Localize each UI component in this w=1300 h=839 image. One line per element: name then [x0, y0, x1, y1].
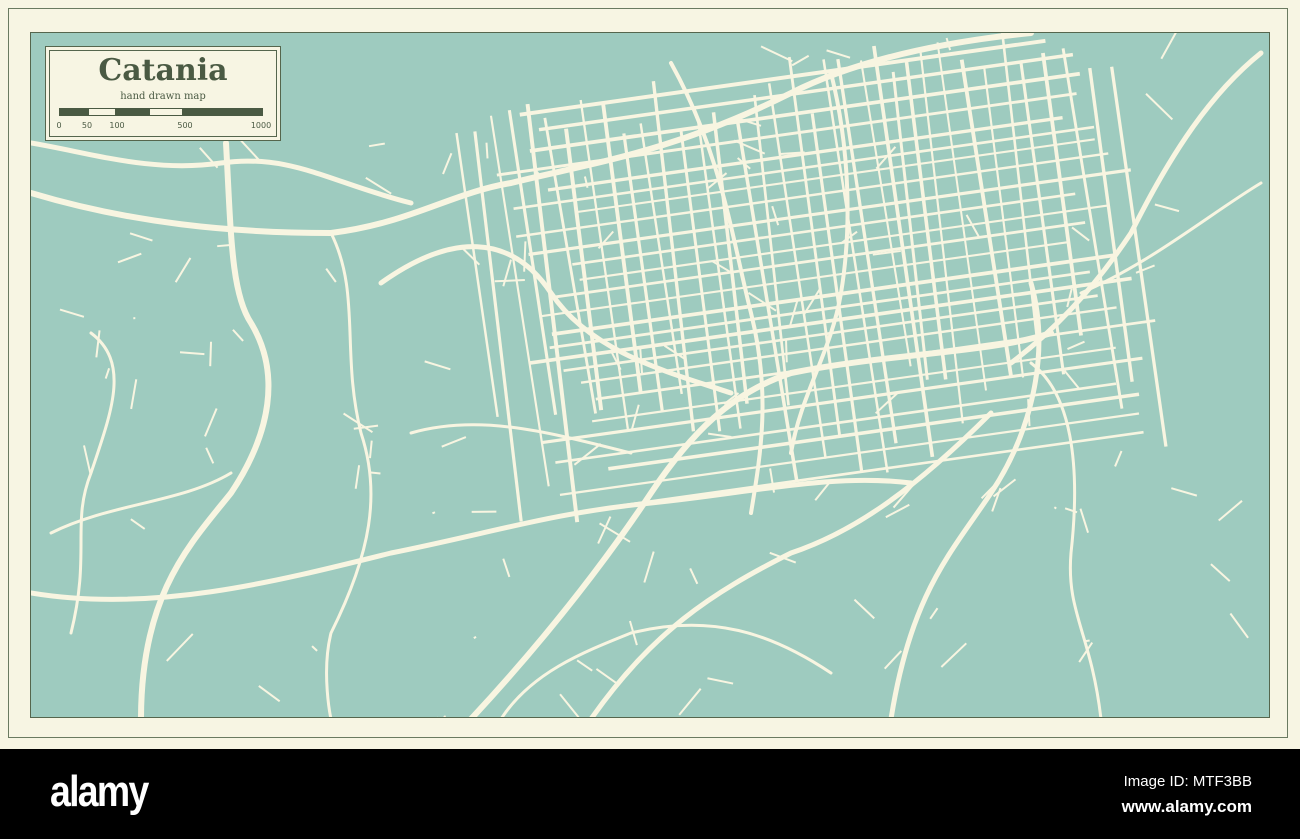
street — [859, 60, 912, 367]
street — [432, 511, 436, 515]
street — [539, 240, 1070, 318]
street — [435, 716, 444, 717]
street — [311, 645, 318, 652]
street — [179, 351, 205, 356]
street — [538, 52, 1074, 132]
street — [1145, 93, 1174, 121]
stock-footer: alamy Image ID: MTF3BB www.alamy.com — [0, 749, 1300, 839]
street — [471, 510, 497, 513]
scale-tick: 100 — [109, 121, 125, 130]
road — [69, 331, 116, 635]
map-legend: Catania hand drawn map 0 50 100 500 1000 — [45, 46, 281, 141]
street — [1079, 508, 1090, 533]
street — [232, 329, 244, 342]
street — [485, 142, 489, 159]
road — [409, 423, 633, 455]
street — [1218, 500, 1243, 522]
scale-tick: 0 — [56, 121, 62, 130]
scale-tick: 500 — [177, 121, 193, 130]
street — [1071, 226, 1090, 242]
street — [441, 436, 467, 448]
street — [217, 244, 231, 248]
street — [771, 205, 780, 226]
street — [1114, 450, 1123, 467]
street — [1053, 506, 1057, 510]
street — [117, 252, 142, 264]
street — [689, 568, 699, 585]
street — [548, 221, 1086, 300]
street — [59, 308, 85, 318]
street — [576, 659, 593, 672]
street — [1160, 33, 1178, 60]
road — [500, 623, 833, 717]
street — [630, 404, 640, 431]
scale-tick: 1000 — [250, 121, 272, 130]
street — [519, 38, 1046, 117]
street — [853, 598, 875, 620]
street — [104, 368, 111, 379]
street — [559, 693, 580, 717]
map-subtitle: hand drawn map — [120, 91, 206, 102]
road — [1029, 361, 1103, 717]
city-title: Catania — [98, 53, 228, 88]
street — [258, 685, 281, 703]
street — [929, 607, 939, 620]
street — [473, 635, 477, 640]
street — [1171, 487, 1198, 497]
street — [1063, 370, 1081, 391]
street — [325, 268, 337, 283]
street — [174, 257, 192, 283]
street — [424, 360, 451, 371]
street — [1067, 340, 1085, 350]
map-frame: Catania hand drawn map 0 50 100 500 1000 — [0, 0, 1300, 749]
street — [368, 142, 385, 148]
site-url: www.alamy.com — [1121, 797, 1252, 816]
street — [502, 259, 512, 287]
street — [1154, 203, 1180, 213]
brand-logo: alamy — [50, 767, 149, 816]
street — [885, 503, 910, 519]
street — [354, 465, 361, 489]
street — [940, 642, 967, 668]
street — [130, 518, 146, 530]
street — [892, 480, 918, 509]
street — [205, 447, 215, 464]
scale-bar — [59, 108, 263, 116]
street — [130, 379, 138, 410]
image-id: Image ID: MTF3BB — [1123, 773, 1252, 790]
street — [166, 633, 194, 662]
street — [129, 232, 153, 242]
street — [442, 152, 453, 175]
street — [760, 45, 793, 63]
street — [209, 341, 213, 367]
street — [1229, 612, 1249, 639]
street — [573, 443, 602, 466]
road — [325, 231, 373, 717]
street — [608, 392, 1140, 471]
street — [1210, 563, 1231, 582]
street — [502, 558, 511, 578]
street — [707, 677, 734, 685]
scale-tick: 50 — [81, 121, 93, 130]
road — [31, 140, 414, 206]
street — [826, 49, 851, 59]
street — [83, 445, 92, 475]
street — [643, 551, 655, 583]
street — [1135, 264, 1155, 274]
street — [678, 688, 702, 716]
street — [443, 715, 458, 717]
street — [965, 214, 981, 239]
street — [204, 408, 218, 437]
street — [791, 54, 810, 67]
street — [494, 279, 525, 283]
road — [589, 410, 994, 717]
street — [368, 440, 373, 459]
